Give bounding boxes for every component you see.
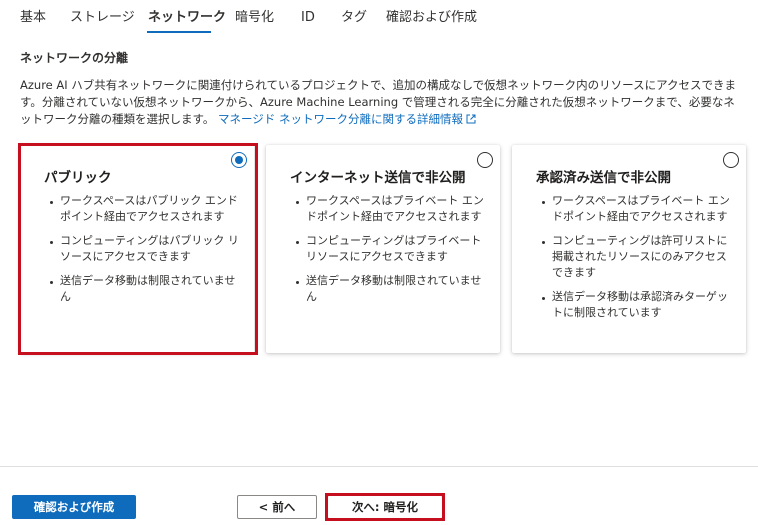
tab-basics[interactable]: 基本 [20, 9, 46, 27]
active-tab-indicator [147, 31, 211, 33]
list-item: 送信データ移動は承認済みターゲットに制限されています [540, 289, 736, 321]
option-card-private-internet-outbound[interactable]: インターネット送信で非公開 ワークスペースはプライベート エンドポイント経由でア… [266, 145, 500, 353]
radio-private-internet-outbound[interactable] [477, 152, 493, 168]
tab-storage[interactable]: ストレージ [70, 9, 135, 27]
list-item: コンピューティングは許可リストに掲載されたリソースにのみアクセスできます [540, 233, 736, 281]
learn-more-link[interactable]: マネージド ネットワーク分離に関する詳細情報 [218, 112, 476, 126]
option-card-private-approved-outbound[interactable]: 承認済み送信で非公開 ワークスペースはプライベート エンドポイント経由でアクセス… [512, 145, 746, 353]
network-isolation-description: Azure AI ハブ共有ネットワークに関連付けられているプロジェクトで、追加の… [20, 77, 742, 128]
section-title: ネットワークの分離 [20, 51, 129, 65]
list-item: コンピューティングはパブリック リソースにアクセスできます [48, 233, 244, 265]
option-bullets-private-approved-outbound: ワークスペースはプライベート エンドポイント経由でアクセスされます コンピューテ… [540, 193, 736, 329]
list-item: ワークスペースはプライベート エンドポイント経由でアクセスされます [294, 193, 490, 225]
tab-review-create[interactable]: 確認および作成 [386, 9, 477, 27]
list-item: コンピューティングはプライベート リソースにアクセスできます [294, 233, 490, 265]
option-title-public: パブリック [44, 170, 112, 186]
learn-more-link-text: マネージド ネットワーク分離に関する詳細情報 [218, 112, 463, 126]
review-create-button[interactable]: 確認および作成 [12, 495, 136, 519]
radio-public[interactable] [231, 152, 247, 168]
tab-tags[interactable]: タグ [341, 9, 367, 27]
wizard-tabs: 基本 ストレージ ネットワーク 暗号化 ID タグ 確認および作成 [0, 0, 758, 36]
radio-private-approved-outbound[interactable] [723, 152, 739, 168]
next-button[interactable]: 次へ: 暗号化 [327, 495, 443, 519]
previous-button[interactable]: < 前へ [237, 495, 317, 519]
list-item: 送信データ移動は制限されていません [48, 273, 244, 305]
external-link-icon [466, 114, 476, 124]
footer-divider [0, 466, 758, 467]
tab-encryption[interactable]: 暗号化 [235, 9, 274, 27]
option-bullets-public: ワークスペースはパブリック エンドポイント経由でアクセスされます コンピューティ… [48, 193, 244, 313]
option-title-private-internet-outbound: インターネット送信で非公開 [290, 170, 466, 186]
tab-identity[interactable]: ID [301, 9, 315, 27]
tab-networking[interactable]: ネットワーク [148, 9, 226, 27]
list-item: ワークスペースはパブリック エンドポイント経由でアクセスされます [48, 193, 244, 225]
option-card-public[interactable]: パブリック ワークスペースはパブリック エンドポイント経由でアクセスされます コ… [20, 145, 254, 353]
list-item: ワークスペースはプライベート エンドポイント経由でアクセスされます [540, 193, 736, 225]
option-bullets-private-internet-outbound: ワークスペースはプライベート エンドポイント経由でアクセスされます コンピューテ… [294, 193, 490, 313]
list-item: 送信データ移動は制限されていません [294, 273, 490, 305]
option-title-private-approved-outbound: 承認済み送信で非公開 [536, 170, 671, 186]
